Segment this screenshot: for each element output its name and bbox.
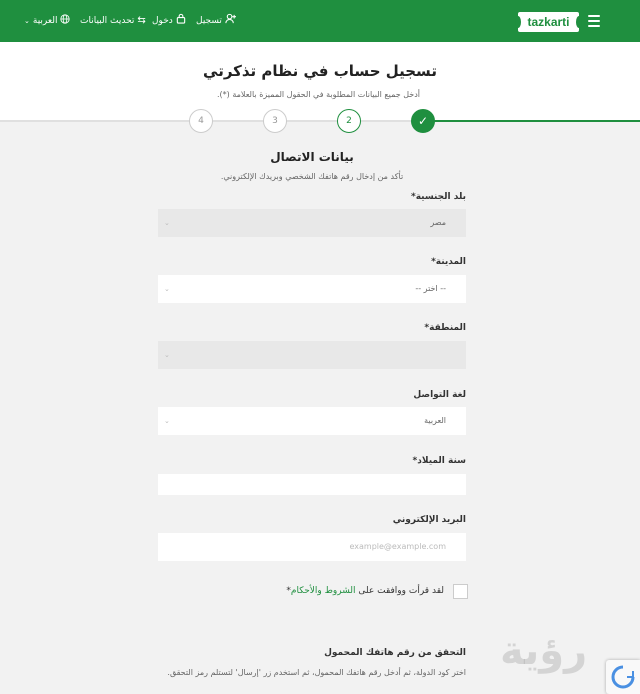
top-navbar: tazkarti تسجيل دخول ⇆ تحديث البيانات الع… (0, 0, 640, 42)
chevron-down-icon: ⌄ (164, 285, 170, 293)
terms-checkbox[interactable] (453, 584, 468, 599)
region-select: ⌄ (158, 341, 466, 369)
login-link[interactable]: دخول (152, 13, 186, 29)
city-select[interactable]: -- اختر -- ⌄ (158, 275, 466, 303)
register-label: تسجيل (196, 16, 222, 26)
section-subtitle: تأكد من إدخال رقم هاتفك الشخصي وبريدك ال… (220, 172, 404, 181)
chevron-down-icon: ⌄ (24, 17, 30, 25)
nationality-label: بلد الجنسية* (410, 192, 466, 202)
section-title: بيانات الاتصال (270, 150, 354, 164)
terms-prefix: لقد قرأت ووافقت على (358, 586, 444, 596)
stepper-progress (422, 120, 640, 122)
nationality-value: مصر (430, 218, 446, 227)
add-user-icon (225, 13, 236, 29)
registration-header: تسجيل حساب في نظام تذكرتي أدخل جميع البي… (0, 42, 640, 120)
page-title: تسجيل حساب في نظام تذكرتي (203, 62, 437, 80)
email-label: البريد الإلكتروني (392, 515, 466, 525)
stepper-line (0, 120, 640, 122)
update-data-label: تحديث البيانات (80, 16, 135, 26)
nationality-select: مصر ⌄ (158, 209, 466, 237)
terms-agreement: لقد قرأت ووافقت على الشروط والأحكام* (282, 584, 468, 600)
email-input[interactable]: example@example.com (158, 533, 466, 561)
birth-year-label: سنة الميلاد* (412, 456, 466, 466)
lock-icon (176, 13, 186, 29)
recaptcha-badge[interactable] (606, 660, 640, 694)
region-label: المنطقة* (424, 323, 466, 333)
birth-year-input[interactable] (158, 474, 466, 495)
city-label: المدينة* (431, 257, 466, 267)
swap-arrows-icon: ⇆ (137, 15, 146, 26)
step-4: 4 (189, 109, 213, 133)
communication-language-select[interactable]: العربية ⌄ (158, 407, 466, 435)
step-2-current: 2 (337, 109, 361, 133)
terms-link[interactable]: الشروط والأحكام (291, 586, 356, 596)
globe-icon (60, 13, 71, 29)
watermark-logo: رؤية (500, 628, 588, 674)
page-subtitle: أدخل جميع البيانات المطلوبة في الحقول ال… (217, 90, 420, 99)
step-3: 3 (263, 109, 287, 133)
recaptcha-icon (611, 665, 635, 689)
chevron-down-icon: ⌄ (164, 219, 170, 227)
login-label: دخول (152, 16, 173, 26)
terms-text: لقد قرأت ووافقت على الشروط والأحكام* (286, 586, 444, 596)
tazkarti-logo[interactable]: tazkarti (515, 12, 582, 32)
language-label: العربية (32, 16, 58, 26)
email-placeholder: example@example.com (349, 542, 447, 551)
register-link[interactable]: تسجيل (196, 13, 236, 29)
update-data-link[interactable]: ⇆ تحديث البيانات (80, 14, 146, 28)
chevron-down-icon: ⌄ (164, 417, 170, 425)
communication-language-value: العربية (424, 416, 446, 425)
communication-language-label: لغة التواصل (413, 390, 466, 400)
language-switcher[interactable]: العربية ⌄ (24, 13, 71, 29)
city-value: -- اختر -- (415, 284, 446, 293)
phone-verify-text: اختر كود الدولة، ثم أدخل رقم هاتفك المحم… (167, 668, 466, 677)
step-1-complete: ✓ (411, 109, 435, 133)
chevron-down-icon: ⌄ (164, 351, 170, 359)
hamburger-menu-icon[interactable] (588, 15, 600, 27)
phone-verify-title: التحقق من رقم هاتفك المحمول (324, 648, 466, 658)
